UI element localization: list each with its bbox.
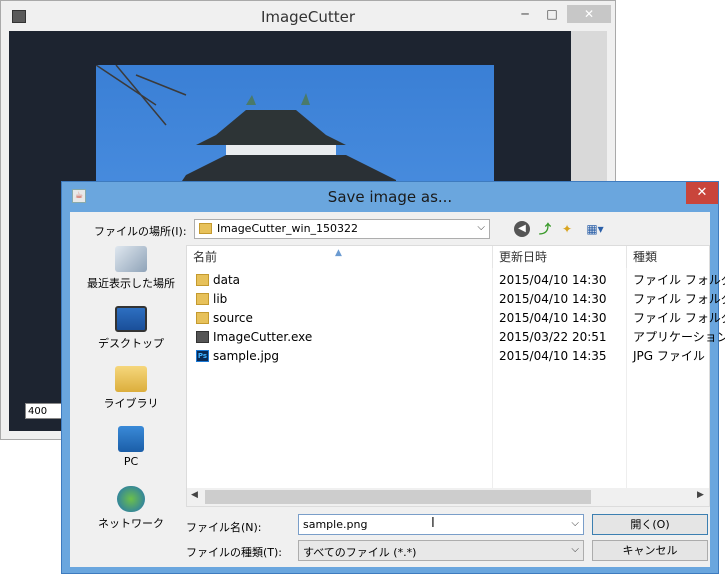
open-button[interactable]: 開く(O): [592, 514, 708, 535]
file-date: 2015/04/10 14:35: [499, 349, 607, 363]
places-bar: 最近表示した場所 デスクトップ ライブラリ PC ネットワーク: [78, 246, 184, 536]
place-recent[interactable]: 最近表示した場所: [78, 246, 184, 291]
folder-icon: [196, 293, 209, 305]
minimize-button[interactable]: ─: [513, 5, 537, 23]
view-menu-button[interactable]: ▦▾: [582, 220, 608, 238]
file-type: ファイル フォルダー: [633, 311, 725, 325]
column-label: 更新日時: [499, 250, 548, 264]
place-label: 最近表示した場所: [87, 277, 175, 290]
new-folder-button[interactable]: ✦: [558, 220, 576, 238]
filename-label: ファイル名(N):: [186, 521, 262, 534]
app-titlebar[interactable]: ImageCutter ─ □ ✕: [1, 1, 615, 31]
location-value: ImageCutter_win_150322: [217, 222, 359, 235]
file-type: JPG ファイル: [633, 349, 705, 363]
sort-ascending-icon: ▲: [335, 248, 342, 258]
place-libraries[interactable]: ライブラリ: [78, 366, 184, 411]
save-dialog: ☕ Save image as... ✕ ファイルの場所(I): ImageCu…: [61, 181, 725, 574]
up-folder-button[interactable]: ⤴: [536, 220, 554, 238]
dialog-titlebar[interactable]: ☕ Save image as... ✕: [62, 182, 718, 212]
scrollbar-thumb[interactable]: [205, 490, 591, 504]
file-type: ファイル フォルダー: [633, 292, 725, 306]
file-date: 2015/04/10 14:30: [499, 311, 607, 325]
text-cursor-icon: I: [431, 516, 435, 531]
file-name: source: [213, 311, 253, 325]
file-type: ファイル フォルダー: [633, 273, 725, 287]
file-list[interactable]: ▲ 名前 更新日時 種類 data 2015/04/10 14:30 ファイル …: [186, 245, 725, 507]
place-pc[interactable]: PC: [78, 426, 184, 468]
chevron-down-icon: ⌵: [571, 544, 579, 555]
libraries-icon: [115, 366, 147, 392]
column-label: 名前: [193, 250, 218, 264]
filetype-value: すべてのファイル (*.*): [303, 546, 417, 559]
scroll-left-icon[interactable]: ◀: [191, 490, 198, 500]
file-row[interactable]: source 2015/04/10 14:30 ファイル フォルダー: [187, 309, 725, 328]
file-date: 2015/04/10 14:30: [499, 273, 607, 287]
file-name: data: [213, 273, 241, 287]
close-button[interactable]: ✕: [567, 5, 611, 23]
file-name: sample.jpg: [213, 349, 280, 363]
filename-value: sample.png: [303, 518, 368, 531]
file-name: ImageCutter.exe: [213, 330, 313, 344]
place-label: デスクトップ: [98, 337, 164, 350]
file-row[interactable]: Ps sample.jpg 2015/04/10 14:35 JPG ファイル: [187, 347, 709, 366]
network-icon: [117, 486, 145, 512]
column-header-date[interactable]: 更新日時: [493, 246, 627, 268]
back-button[interactable]: ◀: [514, 221, 530, 237]
file-date: 2015/04/10 14:30: [499, 292, 607, 306]
maximize-button[interactable]: □: [540, 5, 564, 23]
column-header-name[interactable]: ▲ 名前: [187, 246, 493, 268]
cancel-button[interactable]: キャンセル: [592, 540, 708, 561]
folder-icon: [196, 312, 209, 324]
place-network[interactable]: ネットワーク: [78, 486, 184, 531]
recent-places-icon: [115, 246, 147, 272]
file-row[interactable]: ImageCutter.exe 2015/03/22 20:51 アプリケーショ…: [187, 328, 725, 347]
column-header-type[interactable]: 種類: [627, 246, 711, 268]
folder-icon: [196, 274, 209, 286]
filename-input[interactable]: sample.png I ⌵: [298, 514, 584, 535]
filetype-select[interactable]: すべてのファイル (*.*) ⌵: [298, 540, 584, 561]
place-label: PC: [123, 455, 139, 468]
dialog-close-button[interactable]: ✕: [686, 182, 718, 204]
column-label: 種類: [633, 250, 658, 264]
location-label: ファイルの場所(I):: [94, 225, 187, 238]
dialog-title: Save image as...: [327, 188, 453, 206]
file-date: 2015/03/22 20:51: [499, 330, 607, 344]
width-input[interactable]: 400: [25, 403, 65, 419]
chevron-down-icon: ⌵: [477, 222, 485, 233]
pc-icon: [118, 426, 144, 452]
photoshop-icon: Ps: [196, 350, 209, 362]
dialog-body: ファイルの場所(I): ImageCutter_win_150322 ⌵ ◀ ⤴…: [70, 212, 725, 567]
file-row[interactable]: data 2015/04/10 14:30 ファイル フォルダー: [187, 271, 725, 290]
file-row[interactable]: lib 2015/04/10 14:30 ファイル フォルダー: [187, 290, 725, 309]
file-name: lib: [213, 292, 228, 306]
filetype-label: ファイルの種類(T):: [186, 546, 283, 559]
horizontal-scrollbar[interactable]: ◀ ▶: [187, 488, 709, 506]
folder-icon: [199, 223, 212, 234]
location-combobox[interactable]: ImageCutter_win_150322 ⌵: [194, 219, 490, 239]
place-desktop[interactable]: デスクトップ: [78, 306, 184, 351]
exe-icon: [196, 331, 209, 343]
scroll-right-icon[interactable]: ▶: [697, 490, 704, 500]
chevron-down-icon[interactable]: ⌵: [571, 518, 579, 529]
file-type: アプリケーション: [633, 330, 725, 344]
place-label: ネットワーク: [98, 517, 164, 530]
place-label: ライブラリ: [103, 397, 159, 410]
desktop-icon: [115, 306, 147, 332]
